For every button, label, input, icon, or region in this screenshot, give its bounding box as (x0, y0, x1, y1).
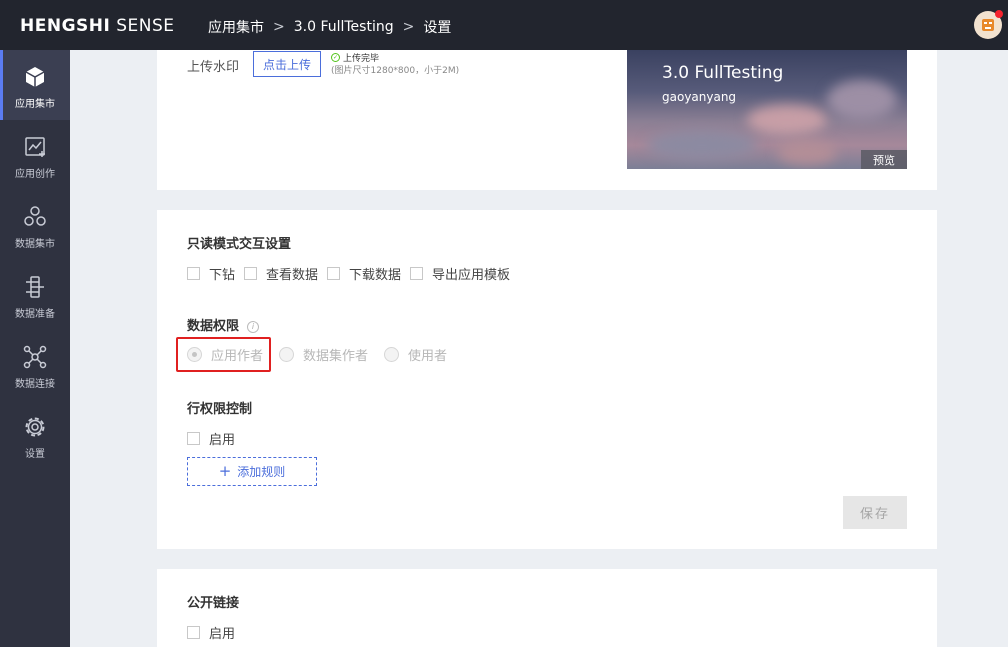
checkbox[interactable] (327, 267, 341, 280)
dataset-icon (24, 206, 46, 226)
checkbox[interactable] (410, 267, 424, 280)
checkbox-label: 启用 (209, 627, 236, 642)
sidebar-item-label: 应用集市 (15, 99, 55, 110)
radio-button[interactable] (279, 347, 295, 362)
radio-user[interactable]: 使用者 (384, 345, 447, 364)
sidebar-item-app-create[interactable]: 应用创作 (0, 120, 70, 190)
checkbox[interactable] (187, 432, 200, 445)
checkbox[interactable] (187, 267, 200, 280)
checkbox-label: 下钻 (209, 268, 236, 283)
add-rule-label: 添加规则 (237, 465, 286, 479)
radio-label: 使用者 (408, 349, 448, 364)
sidebar-item-dataset-market[interactable]: 数据集市 (0, 190, 70, 260)
checkbox[interactable] (187, 626, 200, 639)
brand-name-bold: HENGSHI (20, 16, 111, 36)
permissions-card: 只读模式交互设置 下钻 查看数据 下载数据 导出应用模板 数据权限 i 应用作者 … (157, 210, 937, 549)
checkbox-label: 启用 (209, 433, 236, 448)
top-bar: HENGSHI SENSE 应用集市 > 3.0 FullTesting > 设… (0, 0, 1008, 50)
gear-icon (25, 417, 45, 437)
cloud-shape (747, 105, 827, 135)
public-link-enable[interactable]: 启用 (187, 623, 235, 642)
breadcrumb-separator: > (273, 19, 285, 35)
breadcrumb: 应用集市 > 3.0 FullTesting > 设置 (208, 17, 451, 37)
breadcrumb-item-app-market[interactable]: 应用集市 (208, 17, 264, 37)
breadcrumb-separator: > (402, 19, 415, 35)
add-rule-button[interactable]: + 添加规则 (187, 457, 317, 486)
readonly-options: 下钻 查看数据 下载数据 导出应用模板 (187, 264, 519, 283)
check-circle-icon: ✓ (331, 53, 340, 62)
sidebar-item-data-prep[interactable]: 数据准备 (0, 260, 70, 330)
avatar-face-icon (982, 19, 994, 31)
cloud-shape (777, 140, 837, 165)
brand-logo[interactable]: HENGSHI SENSE (20, 16, 175, 36)
data-permission-title: 数据权限 i (187, 315, 260, 334)
active-indicator (0, 50, 3, 120)
info-icon[interactable]: i (247, 320, 260, 333)
data-prep-icon (26, 276, 44, 298)
checkbox-label: 导出应用模板 (432, 268, 511, 283)
theme-settings-card: 上传水印 点击上传 ✓ 上传完毕 (图片尺寸1280*800，小于2M) 3.0… (157, 50, 937, 190)
checkbox-label: 下载数据 (349, 268, 402, 283)
upload-button[interactable]: 点击上传 (253, 51, 321, 77)
brand-name-light: SENSE (116, 16, 175, 36)
row-permission-title: 行权限控制 (187, 402, 253, 417)
readonly-settings-title: 只读模式交互设置 (187, 237, 292, 252)
sidebar-item-data-connection[interactable]: 数据连接 (0, 330, 70, 400)
sidebar: 应用集市 应用创作 数据集市 数据准备 数据连接 设置 (0, 50, 70, 647)
checkbox-label: 查看数据 (266, 268, 319, 283)
sidebar-item-label: 应用创作 (15, 169, 55, 180)
connection-icon (23, 345, 47, 369)
cloud-shape (827, 80, 897, 120)
sidebar-item-label: 设置 (25, 449, 45, 460)
sidebar-item-label: 数据集市 (15, 239, 55, 250)
breadcrumb-item-app[interactable]: 3.0 FullTesting (294, 19, 394, 35)
checkbox-download-data[interactable]: 下载数据 (327, 264, 401, 283)
public-link-card: 公开链接 启用 (157, 569, 937, 647)
row-permission-enable[interactable]: 启用 (187, 429, 235, 448)
preview-author: gaoyanyang (662, 90, 737, 104)
public-link-title: 公开链接 (187, 596, 240, 611)
avatar[interactable] (974, 10, 1003, 39)
preview-app-title: 3.0 FullTesting (662, 63, 784, 83)
highlight-box (176, 337, 271, 372)
save-button[interactable]: 保存 (843, 496, 907, 529)
radio-dataset-author[interactable]: 数据集作者 (279, 345, 368, 364)
cloud-shape (647, 130, 757, 160)
chart-edit-icon (25, 137, 45, 157)
checkbox[interactable] (244, 267, 258, 280)
sidebar-item-app-market[interactable]: 应用集市 (0, 50, 70, 120)
checkbox-view-data[interactable]: 查看数据 (244, 264, 318, 283)
sidebar-item-settings[interactable]: 设置 (0, 400, 70, 470)
radio-button[interactable] (384, 347, 400, 362)
checkbox-export-template[interactable]: 导出应用模板 (410, 264, 510, 283)
upload-watermark-label: 上传水印 (187, 60, 240, 75)
plus-icon: + (218, 462, 232, 480)
app-cover-preview: 3.0 FullTesting gaoyanyang 预览 (627, 50, 907, 169)
sidebar-item-label: 数据连接 (15, 379, 55, 390)
radio-label: 数据集作者 (303, 349, 369, 364)
breadcrumb-item-settings: 设置 (423, 20, 452, 36)
checkbox-drilldown[interactable]: 下钻 (187, 264, 235, 283)
upload-size-hint: (图片尺寸1280*800，小于2M) (331, 66, 460, 76)
notification-dot (995, 10, 1003, 18)
data-permission-title-text: 数据权限 (187, 319, 240, 334)
preview-button[interactable]: 预览 (861, 150, 907, 169)
cube-icon (25, 67, 45, 87)
sidebar-item-label: 数据准备 (15, 309, 55, 320)
